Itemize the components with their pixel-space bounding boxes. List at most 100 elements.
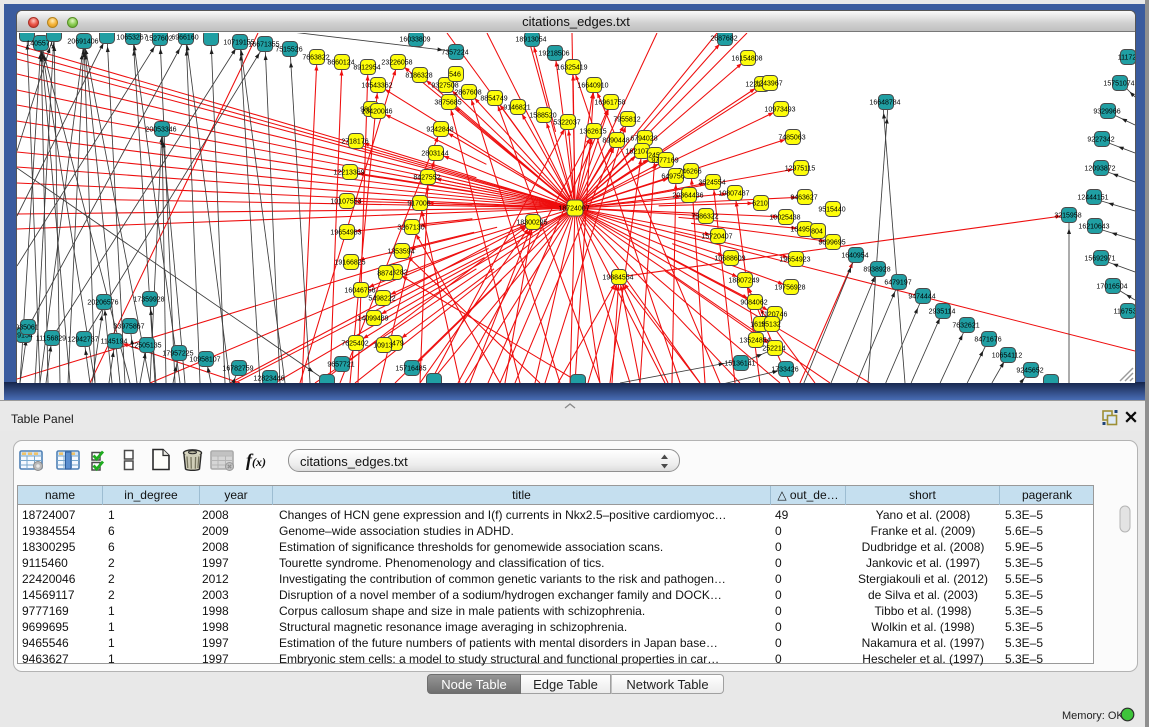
svg-text:1362615: 1362615 xyxy=(579,129,606,136)
svg-text:9329966: 9329966 xyxy=(1093,109,1120,116)
svg-text:917006: 917006 xyxy=(407,201,430,208)
svg-text:13524854: 13524854 xyxy=(739,338,770,345)
svg-text:10654112: 10654112 xyxy=(992,353,1023,360)
svg-text:23226058: 23226058 xyxy=(381,60,412,67)
svg-text:20053346: 20053346 xyxy=(145,127,176,134)
svg-text:8660124: 8660124 xyxy=(327,60,354,67)
svg-text:746266: 746266 xyxy=(678,169,701,176)
svg-text:12505135: 12505135 xyxy=(130,343,161,350)
svg-text:18724007: 18724007 xyxy=(558,206,589,213)
svg-text:7485063: 7485063 xyxy=(778,135,805,142)
svg-text:10913: 10913 xyxy=(373,343,393,350)
svg-text:3624554: 3624554 xyxy=(698,180,725,187)
svg-text:8427552: 8427552 xyxy=(413,175,440,182)
svg-text:10958107: 10958107 xyxy=(189,357,220,364)
svg-text:16154808: 16154808 xyxy=(731,56,762,63)
svg-text:12093872: 12093872 xyxy=(1084,166,1115,173)
svg-text:20691406: 20691406 xyxy=(67,39,98,46)
svg-text:15136141: 15136141 xyxy=(724,361,755,368)
svg-text:2935114: 2935114 xyxy=(929,309,956,316)
svg-text:18913054: 18913054 xyxy=(515,37,546,44)
svg-text:546: 546 xyxy=(449,72,461,79)
svg-text:16640910: 16640910 xyxy=(577,83,608,90)
svg-text:15751074: 15751074 xyxy=(1103,81,1134,88)
svg-text:12444151: 12444151 xyxy=(1077,195,1108,202)
svg-text:10025438: 10025438 xyxy=(769,215,800,222)
svg-text:15692971: 15692971 xyxy=(1084,256,1115,263)
svg-text:16648784: 16648784 xyxy=(869,100,900,107)
svg-text:8874: 8874 xyxy=(377,271,393,278)
svg-text:10543362: 10543362 xyxy=(361,83,392,90)
svg-text:1527602: 1527602 xyxy=(145,36,172,43)
svg-text:9699695: 9699695 xyxy=(818,240,845,247)
svg-text:7625402: 7625402 xyxy=(341,341,368,348)
svg-text:935061: 935061 xyxy=(17,325,39,332)
svg-text:7632621: 7632621 xyxy=(952,323,979,330)
svg-text:1733426: 1733426 xyxy=(771,367,798,374)
svg-text:8186328: 8186328 xyxy=(405,73,432,80)
svg-text:10807487: 10807487 xyxy=(718,191,749,198)
svg-text:7515526: 7515526 xyxy=(275,47,302,54)
svg-text:9777169: 9777169 xyxy=(651,158,678,165)
svg-text:6794028: 6794028 xyxy=(630,136,657,143)
svg-text:252214: 252214 xyxy=(762,346,785,353)
svg-text:18807249: 18807249 xyxy=(728,278,759,285)
svg-text:14099489: 14099489 xyxy=(357,316,388,323)
svg-text:8938928: 8938928 xyxy=(863,267,890,274)
svg-text:9084062: 9084062 xyxy=(740,300,767,307)
svg-text:10107553: 10107553 xyxy=(330,199,361,206)
svg-text:1640954: 1640954 xyxy=(841,253,868,260)
svg-text:3267130: 3267130 xyxy=(397,225,424,232)
svg-text:5322037: 5322037 xyxy=(553,120,580,127)
svg-text:16210643: 16210643 xyxy=(1078,224,1109,231)
svg-text:9463627: 9463627 xyxy=(790,195,817,202)
svg-text:2718176: 2718176 xyxy=(341,139,368,146)
svg-text:19756928: 19756928 xyxy=(774,285,805,292)
svg-text:12942737: 12942737 xyxy=(67,337,98,344)
svg-text:15716485: 15716485 xyxy=(395,366,426,373)
svg-text:95132: 95132 xyxy=(761,322,781,329)
svg-text:19384554: 19384554 xyxy=(602,275,633,282)
svg-text:6479197: 6479197 xyxy=(884,280,911,287)
svg-text:2687682: 2687682 xyxy=(710,36,737,43)
svg-text:19654983: 19654983 xyxy=(330,230,361,237)
svg-text:1588520: 1588520 xyxy=(529,113,556,120)
svg-text:7955812: 7955812 xyxy=(613,117,640,124)
svg-text:20206576: 20206576 xyxy=(87,300,118,307)
svg-text:12823446: 12823446 xyxy=(253,376,284,383)
svg-text:10688609: 10688609 xyxy=(714,256,745,263)
svg-text:33975867: 33975867 xyxy=(113,324,144,331)
svg-text:9657721: 9657721 xyxy=(327,362,354,369)
svg-text:8471676: 8471676 xyxy=(974,337,1001,344)
svg-text:7986322: 7986322 xyxy=(691,214,718,221)
svg-text:10653267: 10653267 xyxy=(116,35,147,42)
svg-text:8854749: 8854749 xyxy=(480,96,507,103)
svg-text:7663822: 7663822 xyxy=(302,55,329,62)
svg-text:19218506: 19218506 xyxy=(538,51,569,58)
svg-text:7357224: 7357224 xyxy=(441,50,468,57)
svg-text:8990448: 8990448 xyxy=(602,138,629,145)
svg-text:11172: 11172 xyxy=(1118,55,1135,62)
svg-text:804: 804 xyxy=(811,229,823,236)
svg-text:1167533: 1167533 xyxy=(1114,309,1135,316)
svg-text:9515440: 9515440 xyxy=(818,207,845,214)
svg-text:2867608: 2867608 xyxy=(454,90,481,97)
svg-text:2803144: 2803144 xyxy=(421,151,448,158)
svg-text:17016504: 17016504 xyxy=(1096,284,1127,291)
svg-text:19166825: 19166825 xyxy=(334,260,365,267)
svg-text:18300295: 18300295 xyxy=(516,220,547,227)
svg-text:16046756: 16046756 xyxy=(344,288,375,295)
svg-text:23420046: 23420046 xyxy=(361,109,392,116)
svg-text:1243967: 1243967 xyxy=(755,81,782,88)
svg-text:1353594: 1353594 xyxy=(387,249,414,256)
svg-text:16325419: 16325419 xyxy=(556,65,587,72)
svg-text:11156829: 11156829 xyxy=(36,336,66,343)
svg-text:6966160: 6966160 xyxy=(171,35,198,42)
svg-text:8912954: 8912954 xyxy=(353,65,380,72)
svg-text:19654923: 19654923 xyxy=(779,257,810,264)
svg-text:9245652: 9245652 xyxy=(1016,368,1043,375)
svg-text:3875685: 3875685 xyxy=(434,100,461,107)
svg-text:16961758: 16961758 xyxy=(594,100,625,107)
svg-text:3215958: 3215958 xyxy=(1054,213,1081,220)
svg-text:9327508: 9327508 xyxy=(431,83,458,90)
